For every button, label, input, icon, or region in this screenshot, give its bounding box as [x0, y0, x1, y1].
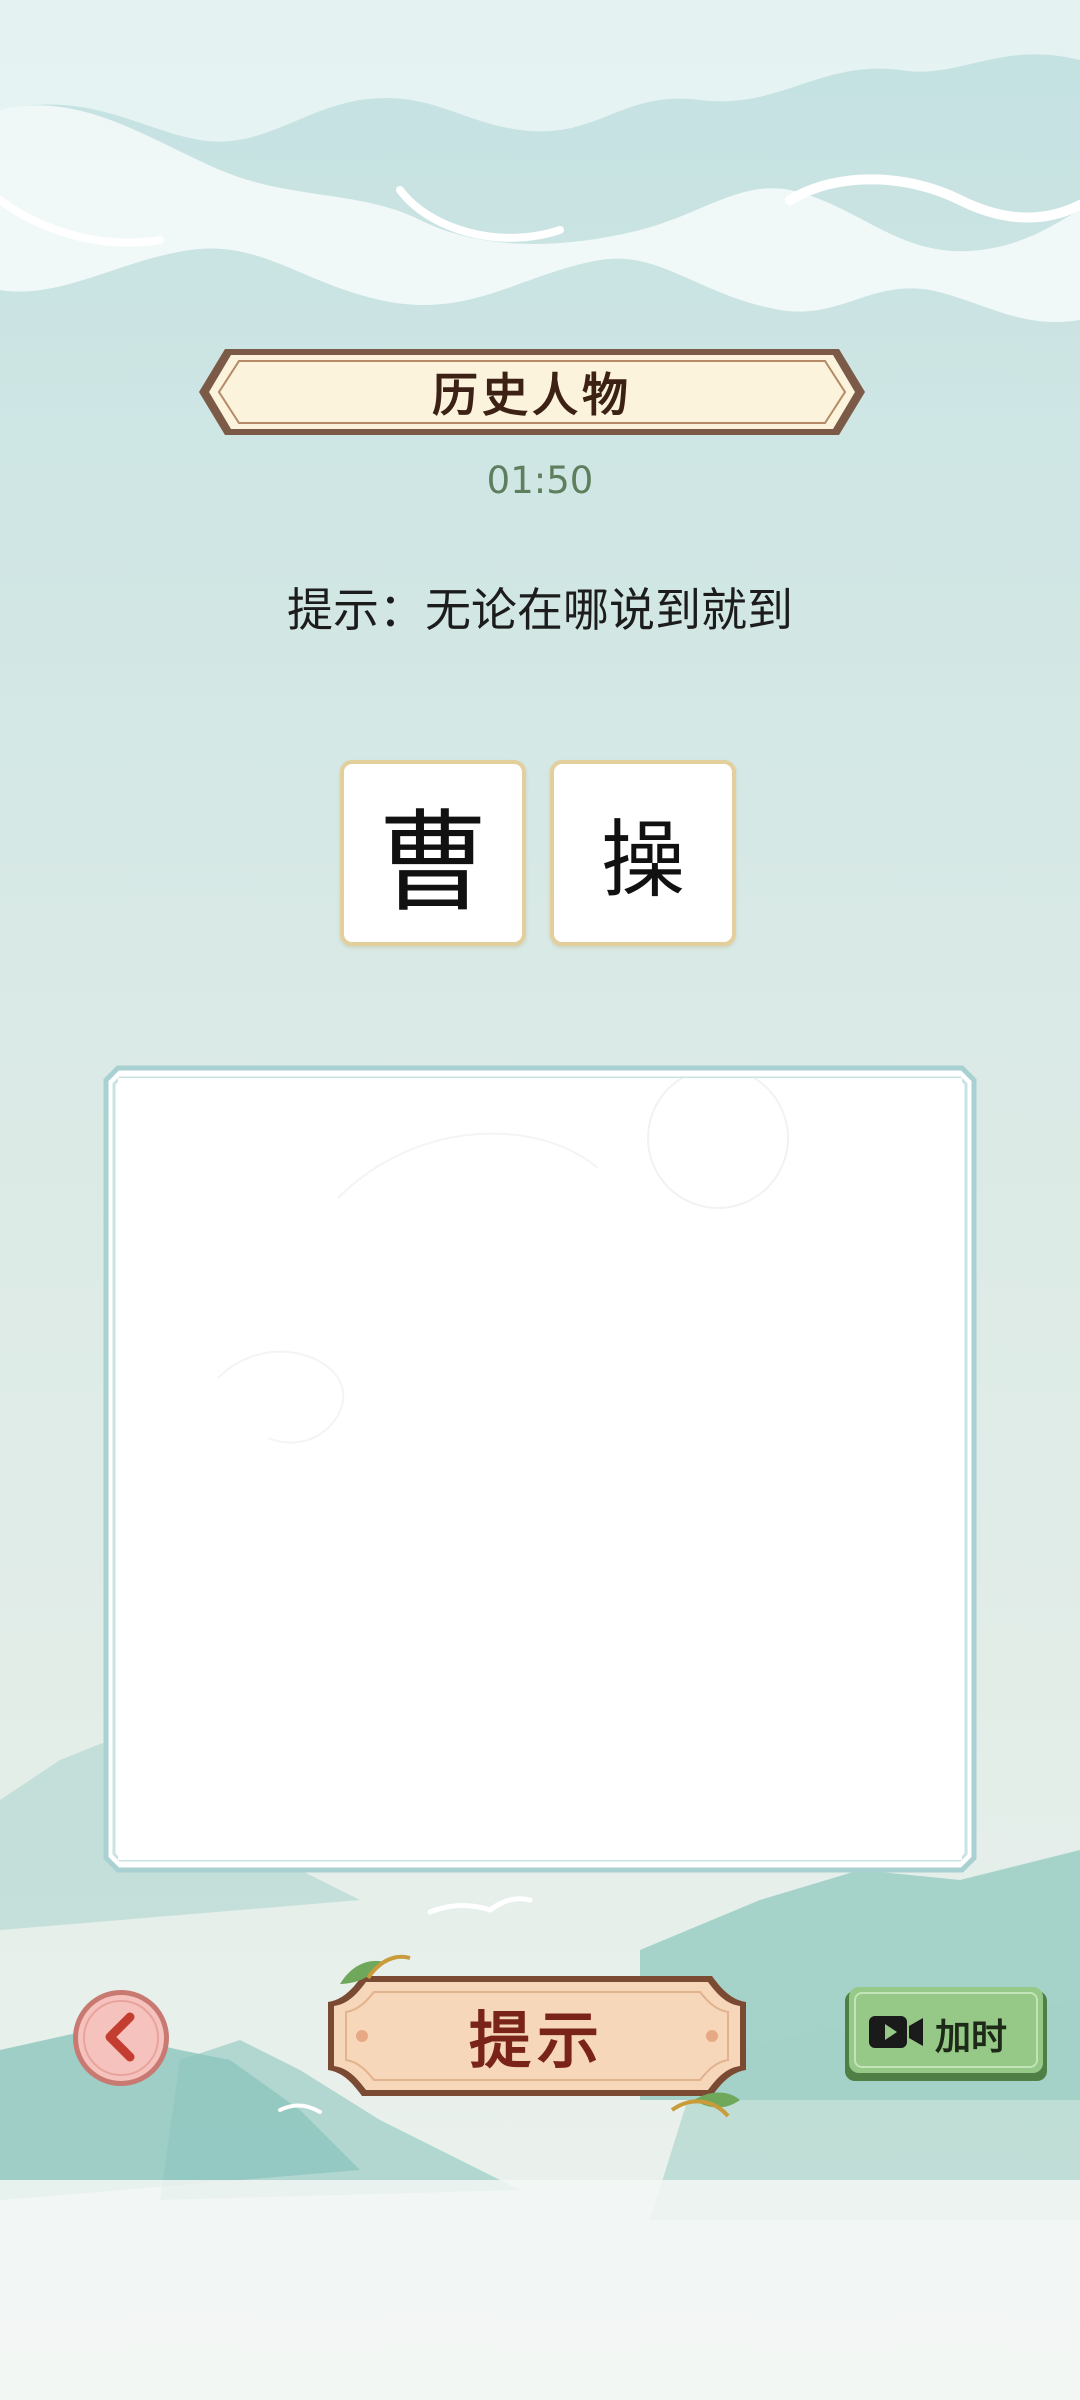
hint-button-label: 提示 — [468, 2004, 605, 2077]
video-camera-icon — [869, 2016, 923, 2048]
add-time-label: 加时 — [935, 2017, 1008, 2058]
back-arrow-icon — [73, 1990, 169, 2086]
hint-button[interactable]: 提示 — [322, 1950, 752, 2122]
canvas-surface[interactable] — [118, 1067, 962, 1860]
answer-tile[interactable]: 操 — [550, 760, 736, 946]
back-button[interactable] — [70, 1987, 172, 2089]
canvas-watermark — [217, 1067, 789, 1444]
category-title: 历史人物 — [432, 368, 632, 422]
answer-tile[interactable]: 曹 — [340, 760, 526, 946]
category-banner: 历史人物 — [195, 345, 869, 439]
drawing-canvas[interactable] — [100, 1062, 980, 1876]
hint-text: 提示：无论在哪说到就到 — [287, 583, 793, 637]
add-time-button[interactable]: 加时 — [843, 1985, 1049, 2083]
countdown-timer: 01:50 — [486, 459, 594, 502]
game-screen: 历史人物 01:50 提示：无论在哪说到就到 曹 操 提示 加时 — [0, 0, 1080, 2400]
